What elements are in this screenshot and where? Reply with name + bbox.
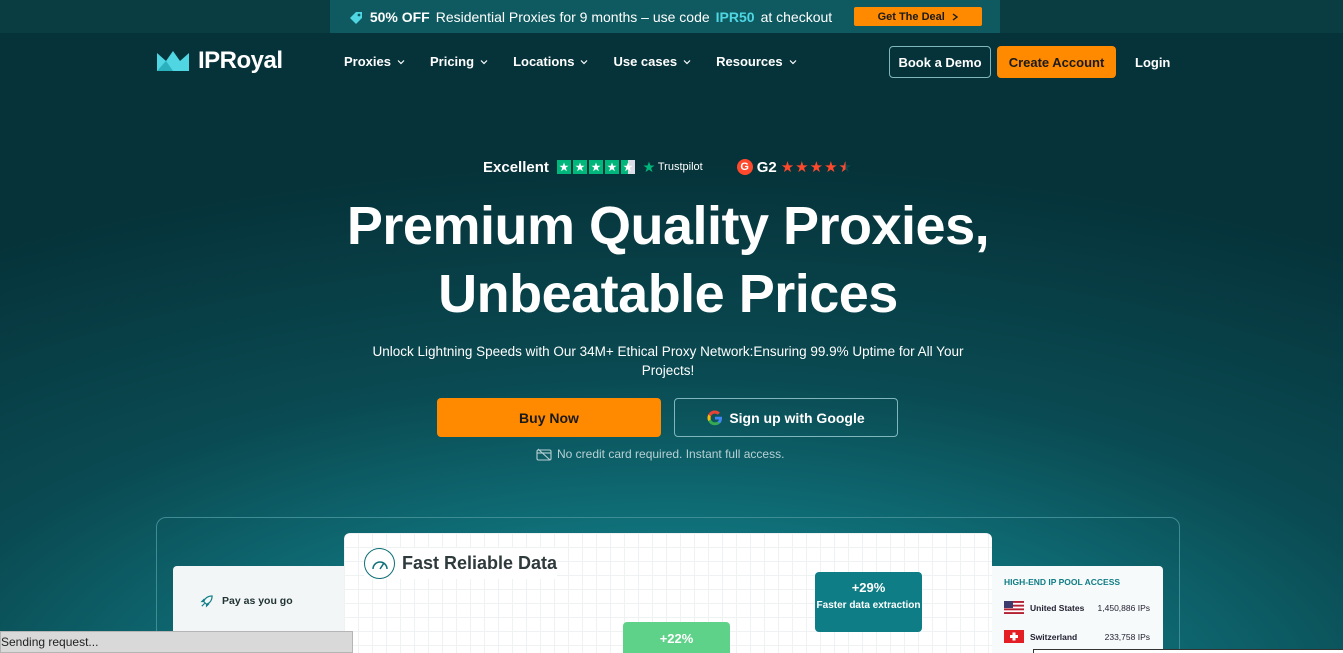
promo-highlight: 50% OFF (369, 8, 430, 25)
trustpilot-rating[interactable]: Excellent Trustpilot (483, 159, 703, 176)
nav-item-resources[interactable]: Resources (716, 54, 797, 69)
promo-banner: 50% OFF Residential Proxies for 9 months… (330, 0, 1000, 33)
promo-code: IPR50 (715, 8, 755, 25)
g2-rating[interactable]: G G2 ★ ★ ★ ★ ★ (736, 158, 852, 176)
create-account-button[interactable]: Create Account (997, 46, 1116, 78)
swiss-flag-icon (1004, 630, 1024, 643)
half-star-icon: ★ (838, 159, 852, 176)
trustpilot-brand: Trustpilot (643, 161, 703, 173)
ip-pool-title: HIGH-END IP POOL ACCESS (1004, 577, 1121, 587)
tag-icon (349, 11, 362, 24)
growth-badge: +22% (623, 622, 730, 653)
star-icon (588, 160, 603, 174)
nav-item-label: Locations (513, 54, 575, 69)
chevron-down-icon (397, 59, 405, 64)
star-icon: ★ (809, 159, 824, 176)
chevron-down-icon (789, 59, 797, 64)
crown-logo-icon (157, 51, 189, 71)
faster-extraction-value: +29% (851, 580, 886, 595)
ip-pool-row: United States 1,450,886 IPs (1004, 601, 1150, 614)
speedometer-icon (364, 548, 395, 579)
ip-pool-row: Switzerland 233,758 IPs (1004, 630, 1150, 643)
star-icon: ★ (780, 159, 795, 176)
half-star-icon (620, 160, 635, 174)
pay-as-you-go-card: Pay as you go (173, 566, 349, 636)
star-icon: ★ (824, 159, 838, 176)
credit-card-off-icon (536, 448, 552, 461)
g2-logo-icon: G (736, 159, 753, 175)
browser-status-bar: Sending request... (0, 631, 353, 653)
nav-item-proxies[interactable]: Proxies (344, 54, 406, 69)
nav-item-locations[interactable]: Locations (513, 54, 589, 69)
ip-pool-card: HIGH-END IP POOL ACCESS United States 1,… (992, 566, 1163, 653)
nav-item-label: Pricing (429, 54, 475, 69)
google-icon (707, 409, 723, 425)
ip-pool-country: United States (1030, 602, 1085, 613)
main-nav: IPRoyal Proxies Pricing Locations Use ca… (0, 33, 1343, 91)
book-demo-button[interactable]: Book a Demo (889, 46, 991, 78)
star-icon (556, 160, 571, 174)
pay-as-you-go-label: Pay as you go (222, 595, 293, 607)
logo-text: IPRoyal (198, 47, 283, 74)
star-icon (604, 160, 619, 174)
google-signup-button[interactable]: Sign up with Google (674, 398, 898, 437)
ratings-row: Excellent Trustpilot G G2 ★ ★ ★ ★ ★ (483, 158, 852, 177)
promo-text: Residential Proxies for 9 months – use c… (435, 8, 710, 25)
g2-label: G2 (756, 158, 777, 176)
buy-now-button[interactable]: Buy Now (437, 398, 661, 437)
trustpilot-stars (556, 160, 635, 174)
get-deal-button[interactable]: Get The Deal (854, 7, 983, 26)
no-card-note-text: No credit card required. Instant full ac… (557, 447, 785, 461)
trustpilot-brand-text: Trustpilot (657, 161, 703, 173)
trustpilot-star-icon (643, 161, 655, 173)
hero-subtitle: Unlock Lightning Speeds with Our 34M+ Et… (372, 344, 964, 378)
rocket-icon (200, 594, 213, 608)
nav-item-label: Use cases (613, 54, 678, 69)
g2-stars: ★ ★ ★ ★ ★ (781, 158, 852, 176)
us-flag-icon (1004, 601, 1024, 614)
hero-title-line1: Premium Quality Proxies, (346, 196, 990, 256)
nav-item-label: Resources (716, 54, 783, 69)
hero-title-line2: Unbeatable Prices (438, 264, 898, 324)
faster-extraction-text: Faster data extraction (816, 600, 921, 611)
chevron-down-icon (480, 59, 488, 64)
ip-pool-count: 233,758 IPs (1104, 631, 1150, 642)
ip-pool-count: 1,450,886 IPs (1097, 602, 1150, 613)
no-card-note: No credit card required. Instant full ac… (536, 447, 784, 461)
google-signup-label: Sign up with Google (729, 409, 865, 426)
hero-title: Premium Quality Proxies, Unbeatable Pric… (0, 192, 1336, 328)
faster-extraction-badge: +29% Faster data extraction (815, 572, 922, 632)
fast-data-header: Fast Reliable Data (364, 548, 558, 579)
get-deal-label: Get The Deal (877, 10, 945, 23)
login-link[interactable]: Login (1135, 55, 1170, 70)
fast-data-title: Fast Reliable Data (402, 553, 558, 573)
fast-data-card: Fast Reliable Data +29% Faster data extr… (344, 533, 992, 653)
chevron-down-icon (581, 59, 588, 64)
ip-pool-country: Switzerland (1030, 631, 1078, 642)
corner-popup-edge (1033, 649, 1343, 653)
star-icon: ★ (795, 159, 809, 176)
nav-menu: Proxies Pricing Locations Use cases Reso… (344, 54, 822, 69)
chevron-right-icon (952, 12, 958, 21)
star-icon (572, 160, 587, 174)
logo[interactable]: IPRoyal (156, 47, 283, 75)
chevron-down-icon (683, 59, 691, 64)
trustpilot-label: Excellent (483, 158, 549, 176)
nav-item-use-cases[interactable]: Use cases (613, 54, 692, 69)
nav-item-label: Proxies (344, 54, 391, 69)
promo-suffix: at checkout (760, 8, 833, 25)
promo-bar: 50% OFF Residential Proxies for 9 months… (0, 0, 1343, 33)
nav-item-pricing[interactable]: Pricing (430, 54, 489, 69)
